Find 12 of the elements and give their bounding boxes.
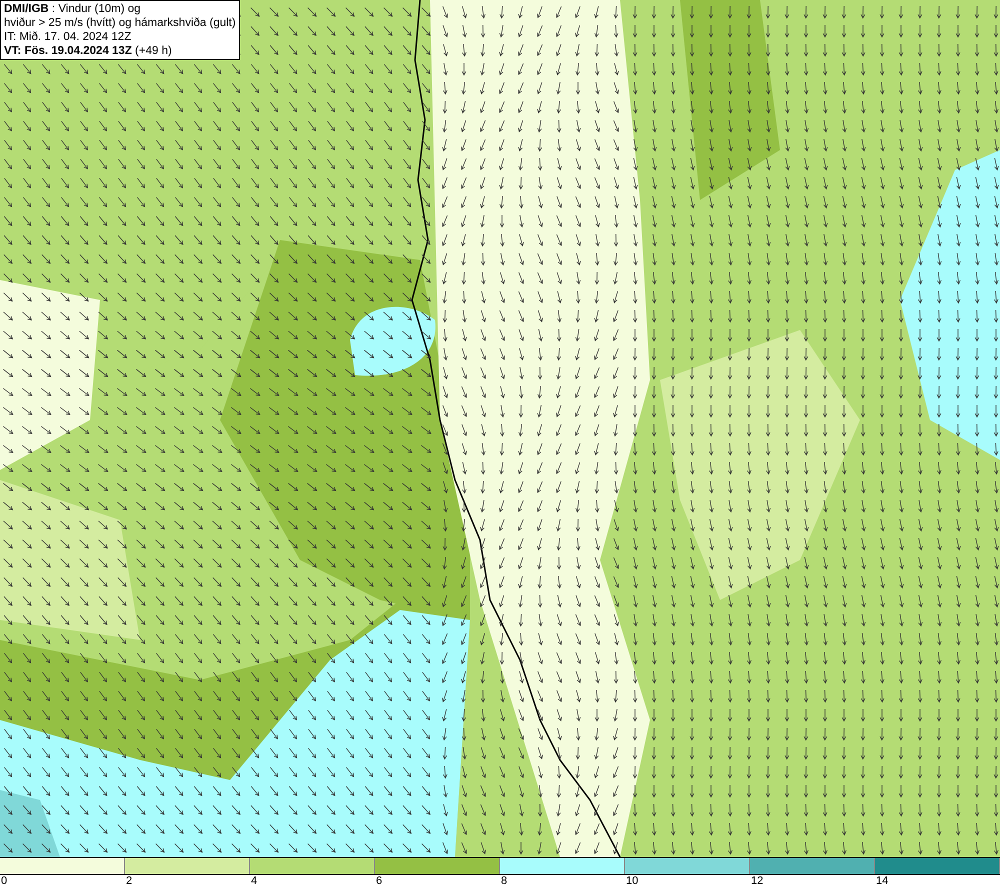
legend-tick-label: 12 bbox=[750, 875, 764, 887]
legend-tick-label: 0 bbox=[0, 875, 8, 887]
legend-tick-label: 2 bbox=[125, 875, 132, 887]
legend-tick-label: 6 bbox=[375, 875, 382, 887]
legend-tick-label: 8 bbox=[500, 875, 508, 887]
legend-tick-label: 14 bbox=[875, 875, 888, 887]
legend-tick-label: 10 bbox=[625, 875, 638, 887]
info-text-line: VT: Fös. 19.04.2024 13Z (+49 h) bbox=[4, 44, 173, 58]
info-text-line: IT: Mið. 17. 04. 2024 12Z bbox=[4, 30, 132, 44]
legend-tick-label: 4 bbox=[250, 875, 258, 887]
info-text-line: DMI/IGB : Vindur (10m) og bbox=[4, 2, 142, 16]
info-text-line: hviður > 25 m/s (hvítt) og hámarkshviða (gult) bbox=[4, 16, 236, 30]
